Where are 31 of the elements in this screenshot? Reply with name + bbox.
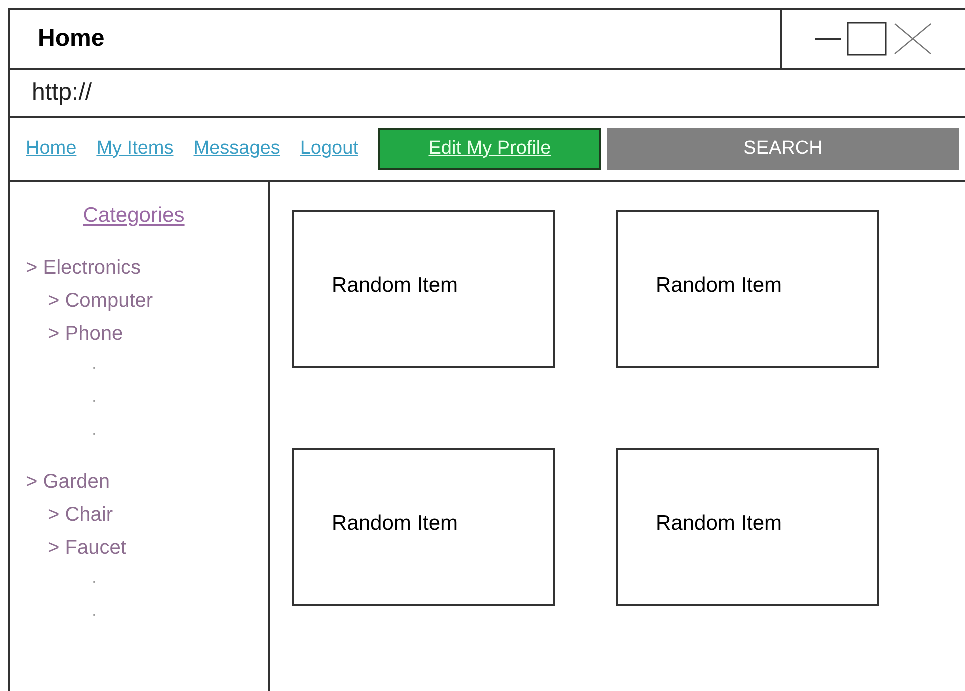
- item-card[interactable]: Random Item: [292, 448, 555, 606]
- ellipsis-dot: ·: [91, 572, 98, 590]
- subcategory-item[interactable]: > Computer: [26, 284, 268, 318]
- subcategory-item[interactable]: > Faucet: [26, 532, 268, 564]
- minimize-icon[interactable]: [814, 37, 840, 41]
- ellipsis-dot: ·: [91, 358, 98, 376]
- item-title: Random Item: [332, 274, 458, 297]
- item-card[interactable]: Random Item: [616, 448, 879, 606]
- nav-link[interactable]: Logout: [300, 134, 358, 164]
- subcategory-item[interactable]: > Phone: [26, 318, 268, 350]
- close-icon[interactable]: [892, 22, 932, 56]
- category-item[interactable]: > Garden: [26, 466, 268, 498]
- nav-link[interactable]: Messages: [194, 134, 280, 164]
- item-title: Random Item: [332, 512, 458, 535]
- category-item[interactable]: > Electronics: [26, 252, 268, 284]
- item-title: Random Item: [656, 512, 782, 535]
- window-title: Home: [37, 24, 106, 54]
- ellipsis-dot: ·: [91, 390, 98, 410]
- maximize-icon[interactable]: [846, 22, 886, 56]
- item-title: Random Item: [656, 274, 782, 297]
- ellipsis-dot: ·: [91, 604, 98, 624]
- subcategory-item[interactable]: > Chair: [26, 498, 268, 532]
- search-button[interactable]: SEARCH: [607, 128, 959, 170]
- categories-heading: Categories: [83, 203, 186, 229]
- edit-profile-button[interactable]: Edit My Profile: [378, 128, 602, 170]
- item-card[interactable]: Random Item: [292, 210, 555, 368]
- nav-link[interactable]: Home: [26, 134, 77, 164]
- address-field[interactable]: http://: [10, 70, 965, 118]
- nav-link[interactable]: My Items: [96, 134, 174, 164]
- item-card[interactable]: Random Item: [616, 210, 879, 368]
- ellipsis-dot: ·: [91, 424, 98, 442]
